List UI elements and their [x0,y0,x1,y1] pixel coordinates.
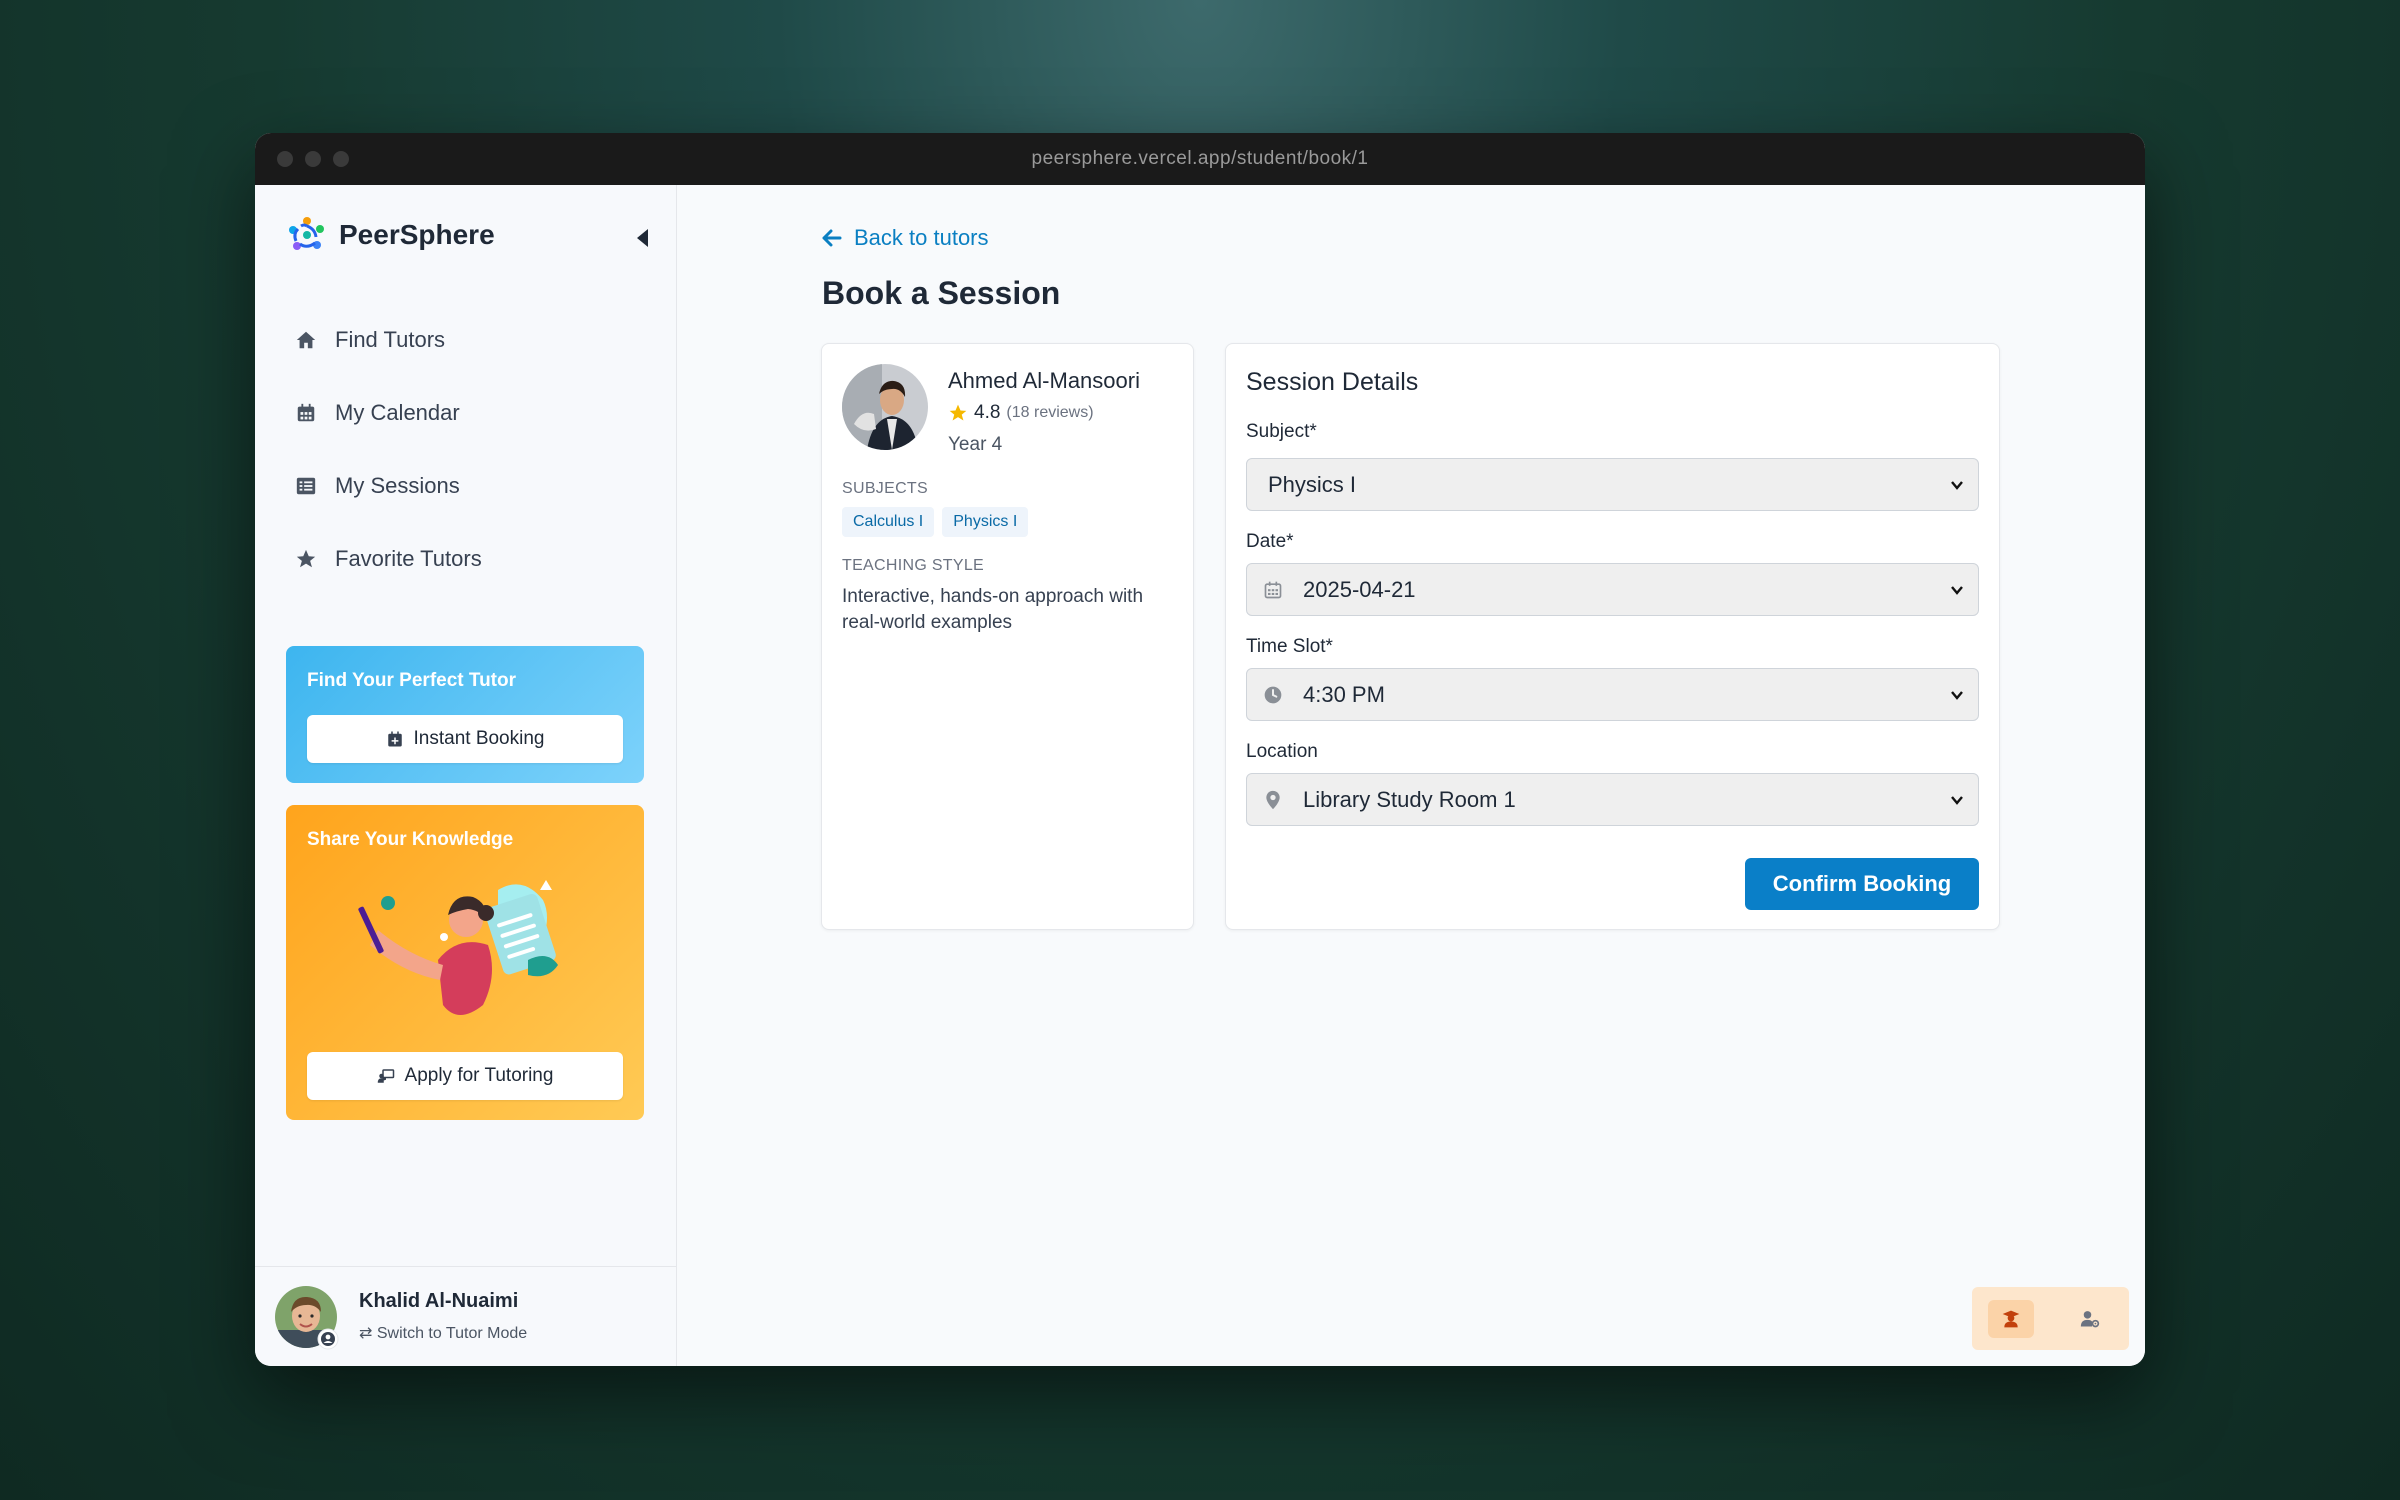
home-icon [296,331,316,348]
user-name: Khalid Al-Nuaimi [359,1290,519,1312]
switch-mode-link[interactable]: ⇄ Switch to Tutor Mode [359,1323,527,1343]
instant-booking-label: Instant Booking [413,728,545,749]
confirm-booking-button[interactable]: Confirm Booking [1745,858,1979,910]
subject-tag: Physics I [942,507,1029,537]
star-icon [949,404,967,421]
user-info: Khalid Al-Nuaimi ⇄ Switch to Tutor Mode [359,1290,527,1343]
main-content: Back to tutors Book a Session Ahmed Al-M [677,185,2145,1366]
student-badge-icon [317,1328,339,1349]
date-value: 2025-04-21 [1303,576,1416,602]
calendar-plus-icon [387,731,402,747]
user-cog-icon [2080,1310,2099,1327]
promo-find-title: Find Your Perfect Tutor [307,670,517,691]
time-slot-value: 4:30 PM [1303,681,1385,707]
browser-window: peersphere.vercel.app/student/book/1 Pee… [255,133,2145,1366]
session-details-title: Session Details [1246,368,1419,396]
location-label: Location [1246,741,1318,762]
sidebar-item-label: Favorite Tutors [335,545,482,571]
apply-tutoring-label: Apply for Tutoring [404,1065,554,1086]
sidebar: PeerSphere Find Tutors My Calendar My Se… [255,185,677,1366]
teaching-style-label: TEACHING STYLE [842,557,985,574]
session-details-form: Session Details Subject* Physics I Date*… [1225,343,2000,930]
tutor-year: Year 4 [948,434,1003,455]
time-slot-select[interactable]: 4:30 PM [1246,668,1979,721]
title-bar: peersphere.vercel.app/student/book/1 [255,133,2145,185]
tutor-avatar [842,364,928,450]
sidebar-item-favorite-tutors[interactable]: Favorite Tutors [295,522,482,595]
map-pin-icon [1266,790,1280,809]
chalkboard-teacher-icon [377,1069,394,1083]
swap-icon: ⇄ [359,1325,373,1342]
chevron-down-icon [1951,690,1963,700]
subject-value: Physics I [1268,471,1357,497]
tutor-name: Ahmed Al-Mansoori [948,368,1140,393]
sidebar-item-my-sessions[interactable]: My Sessions [295,449,482,522]
peersphere-logo-icon [289,217,324,250]
student-icon [2002,1310,2020,1327]
tutor-card: Ahmed Al-Mansoori 4.8 (18 reviews) Year … [821,343,1194,930]
subject-label: Subject* [1246,421,1317,442]
back-label: Back to tutors [854,225,989,250]
back-to-tutors-link[interactable]: Back to tutors [822,225,989,251]
tutor-rating: 4.8 (18 reviews) [948,402,1094,424]
tutor-photo-icon [842,364,928,450]
date-select[interactable]: 2025-04-21 [1246,563,1979,616]
promo-find-tutor: Find Your Perfect Tutor Instant Booking [286,646,644,783]
sidebar-item-my-calendar[interactable]: My Calendar [295,376,482,449]
minimize-window-button[interactable] [305,151,321,167]
chevron-down-icon [1951,795,1963,805]
star-icon [296,549,316,567]
student-mode-button[interactable] [1988,1299,2035,1338]
sidebar-item-label: My Calendar [335,399,460,425]
subject-select[interactable]: Physics I [1246,458,1979,511]
review-count[interactable]: (18 reviews) [1006,404,1093,422]
user-profile[interactable]: Khalid Al-Nuaimi ⇄ Switch to Tutor Mode [255,1266,676,1366]
clock-icon [1264,686,1282,703]
sidebar-item-label: My Sessions [335,472,460,498]
user-avatar [275,1285,339,1349]
subject-tags: Calculus I Physics I [842,507,1029,537]
sidebar-item-label: Find Tutors [335,326,446,352]
tutor-illustration [358,880,558,1015]
calendar-icon [297,403,315,421]
calendar-icon [1264,581,1282,598]
date-label: Date* [1246,531,1294,552]
instant-booking-button[interactable]: Instant Booking [307,715,623,763]
close-window-button[interactable] [277,151,293,167]
address-bar[interactable]: peersphere.vercel.app/student/book/1 [1032,148,1369,170]
time-slot-label: Time Slot* [1246,636,1333,657]
location-value: Library Study Room 1 [1303,786,1516,812]
promo-share-knowledge: Share Your Knowledge Apply for Tutoring [286,805,644,1120]
tutor-mode-button[interactable] [2067,1300,2113,1338]
brand[interactable]: PeerSphere [287,215,495,255]
maximize-window-button[interactable] [333,151,349,167]
rating-value: 4.8 [974,402,1001,423]
teaching-style-text: Interactive, hands-on approach with real… [842,586,1144,633]
chevron-down-icon [1951,585,1963,595]
brand-name: PeerSphere [339,219,495,250]
chevron-down-icon [1951,480,1963,490]
arrow-left-icon [822,229,842,247]
sidebar-item-find-tutors[interactable]: Find Tutors [295,303,482,376]
page-title: Book a Session [822,275,1061,311]
list-icon [296,477,316,494]
app-root: PeerSphere Find Tutors My Calendar My Se… [255,185,2145,1366]
switch-mode-label: Switch to Tutor Mode [376,1325,528,1342]
subjects-label: SUBJECTS [842,480,928,497]
subject-tag: Calculus I [842,507,935,537]
promo-share-title: Share Your Knowledge [307,829,514,850]
sidebar-nav: Find Tutors My Calendar My Sessions Favo… [295,303,482,595]
window-controls [277,133,349,185]
mode-toggle [1972,1287,2129,1350]
apply-tutoring-button[interactable]: Apply for Tutoring [307,1052,623,1100]
location-select[interactable]: Library Study Room 1 [1246,773,1979,826]
collapse-sidebar-icon[interactable] [637,229,648,247]
